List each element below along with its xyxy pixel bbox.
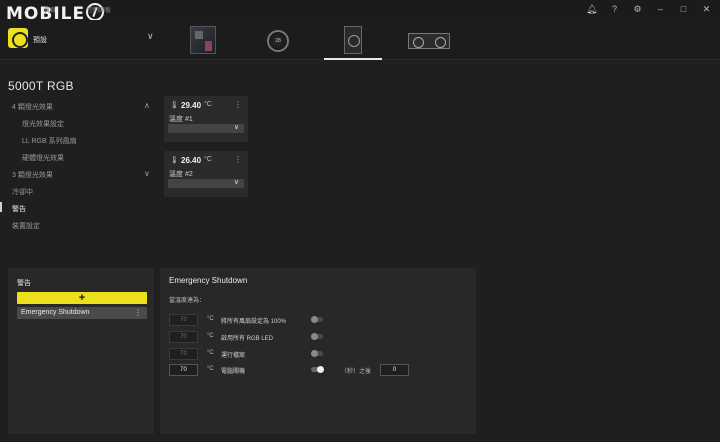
sensor-select[interactable]: ∨ [168, 179, 244, 188]
sensor-value: 26.40 [181, 156, 202, 165]
alerts-panel: 警告 + Emergency Shutdown ⋮ [8, 268, 154, 434]
nav-item-hardware-lighting[interactable]: 硬體燈光效果 [22, 153, 64, 163]
nav-item-device-settings[interactable]: 裝置設定 [12, 221, 40, 231]
emergency-subtitle: 當溫度達為： [169, 298, 206, 304]
unit-label: °C [207, 333, 214, 339]
chevron-down-icon: ∨ [233, 124, 239, 131]
close-icon[interactable]: ✕ [701, 4, 712, 15]
sensor-card: 🌡︎ 26.40 °C ⋮ 溫度 #2 ∨ [164, 151, 248, 197]
chevron-down-icon: ∨ [233, 179, 239, 186]
delay-seconds-input[interactable]: 0 [380, 364, 409, 376]
temperature-input[interactable]: 70 [169, 364, 198, 376]
sensor-value: 29.40 [181, 101, 202, 110]
action-toggle[interactable] [311, 350, 323, 357]
nav-item-cooling[interactable]: 冷卻中 [12, 187, 33, 197]
nav-item-alerts[interactable]: 警告 [12, 204, 26, 214]
action-label: 電腦關機 [221, 369, 246, 375]
more-options-icon[interactable]: ⋮ [234, 100, 242, 109]
unit-label: °C [207, 316, 214, 322]
chevron-down-icon[interactable]: ∨ [144, 169, 150, 178]
maximize-icon[interactable]: □ [678, 4, 689, 15]
thermometer-icon: 🌡︎ [170, 157, 179, 164]
temperature-input[interactable]: 70 [169, 331, 198, 343]
sensor-card: 🌡︎ 29.40 °C ⋮ 溫度 #1 ∨ [164, 96, 248, 142]
psu-icon[interactable] [344, 26, 362, 54]
help-icon[interactable]: ? [609, 4, 620, 15]
pump-icon[interactable]: 28 [267, 30, 289, 52]
menu-item-dashboard[interactable]: 控制面板 [87, 5, 111, 14]
action-row-rgb: 70 °C 啟用所有 RGB LED [169, 331, 469, 343]
delay-label: （秒）之後 [341, 369, 372, 375]
add-alert-button[interactable]: + [17, 292, 147, 304]
selected-device-indicator [324, 58, 382, 60]
chevron-down-icon[interactable]: ∨ [147, 31, 154, 42]
emergency-title: Emergency Shutdown [169, 276, 248, 285]
action-label: 啟用所有 RGB LED [221, 336, 274, 342]
nav-item-lighting-4[interactable]: 4 顆燈光效果 [12, 102, 53, 112]
temperature-input[interactable]: 70 [169, 348, 198, 360]
nav-item-lighting-3[interactable]: 3 顆燈光效果 [12, 170, 53, 180]
alerts-title: 警告 [17, 280, 31, 287]
minimize-icon[interactable]: – [655, 4, 666, 15]
nav-item-lighting-settings[interactable]: 燈光效果設定 [22, 119, 64, 129]
action-toggle[interactable] [311, 333, 323, 340]
more-options-icon[interactable]: ⋮ [134, 308, 142, 317]
action-toggle[interactable] [311, 366, 324, 373]
sensor-label: 溫度 #1 [169, 116, 193, 123]
emergency-shutdown-panel: Emergency Shutdown 當溫度達為： 70 °C 將所有風扇設定為… [160, 268, 476, 434]
sensor-unit: °C [204, 101, 212, 108]
action-row-run-file: 70 °C 運行檔案 [169, 348, 469, 360]
temperature-input[interactable]: 70 [169, 314, 198, 326]
pump-readout: 28 [275, 38, 281, 44]
page-title: 5000T RGB [8, 79, 74, 93]
gear-icon[interactable]: ⚙ [632, 4, 643, 15]
profile-name[interactable]: 預設 [33, 35, 47, 45]
unit-label: °C [207, 350, 214, 356]
chevron-up-icon[interactable]: ∧ [144, 101, 150, 110]
sensor-select[interactable]: ∨ [168, 124, 244, 133]
title-bar: MOBILE 首頁 控制面板 🔔︎ ? ⚙ – □ ✕ [0, 0, 720, 24]
sensor-unit: °C [204, 156, 212, 163]
action-label: 運行檔案 [221, 353, 246, 359]
action-row-fans: 70 °C 將所有風扇設定為 100% [169, 314, 469, 326]
window-controls: 🔔︎ ? ⚙ – □ ✕ [586, 4, 712, 15]
gpu-icon[interactable] [408, 33, 450, 49]
action-label: 將所有風扇設定為 100% [221, 319, 287, 325]
unit-label: °C [207, 366, 214, 372]
alert-name: Emergency Shutdown [21, 309, 90, 316]
action-row-shutdown: 70 °C 電腦關機 （秒）之後 0 [169, 364, 469, 376]
nav-active-marker [0, 202, 2, 212]
profile-icon[interactable] [8, 28, 28, 48]
device-bar: 預設 ∨ 28 [0, 20, 720, 60]
bell-icon[interactable]: 🔔︎ [586, 4, 597, 15]
nav-item-ll-rgb-fans[interactable]: LL RGB 系列風扇 [22, 136, 77, 146]
sensor-label: 溫度 #2 [169, 171, 193, 178]
action-toggle[interactable] [311, 316, 323, 323]
motherboard-icon[interactable] [190, 26, 216, 54]
list-item[interactable]: Emergency Shutdown ⋮ [17, 307, 147, 319]
more-options-icon[interactable]: ⋮ [234, 155, 242, 164]
thermometer-icon: 🌡︎ [170, 102, 179, 109]
menu-item-home[interactable]: 首頁 [44, 5, 56, 14]
